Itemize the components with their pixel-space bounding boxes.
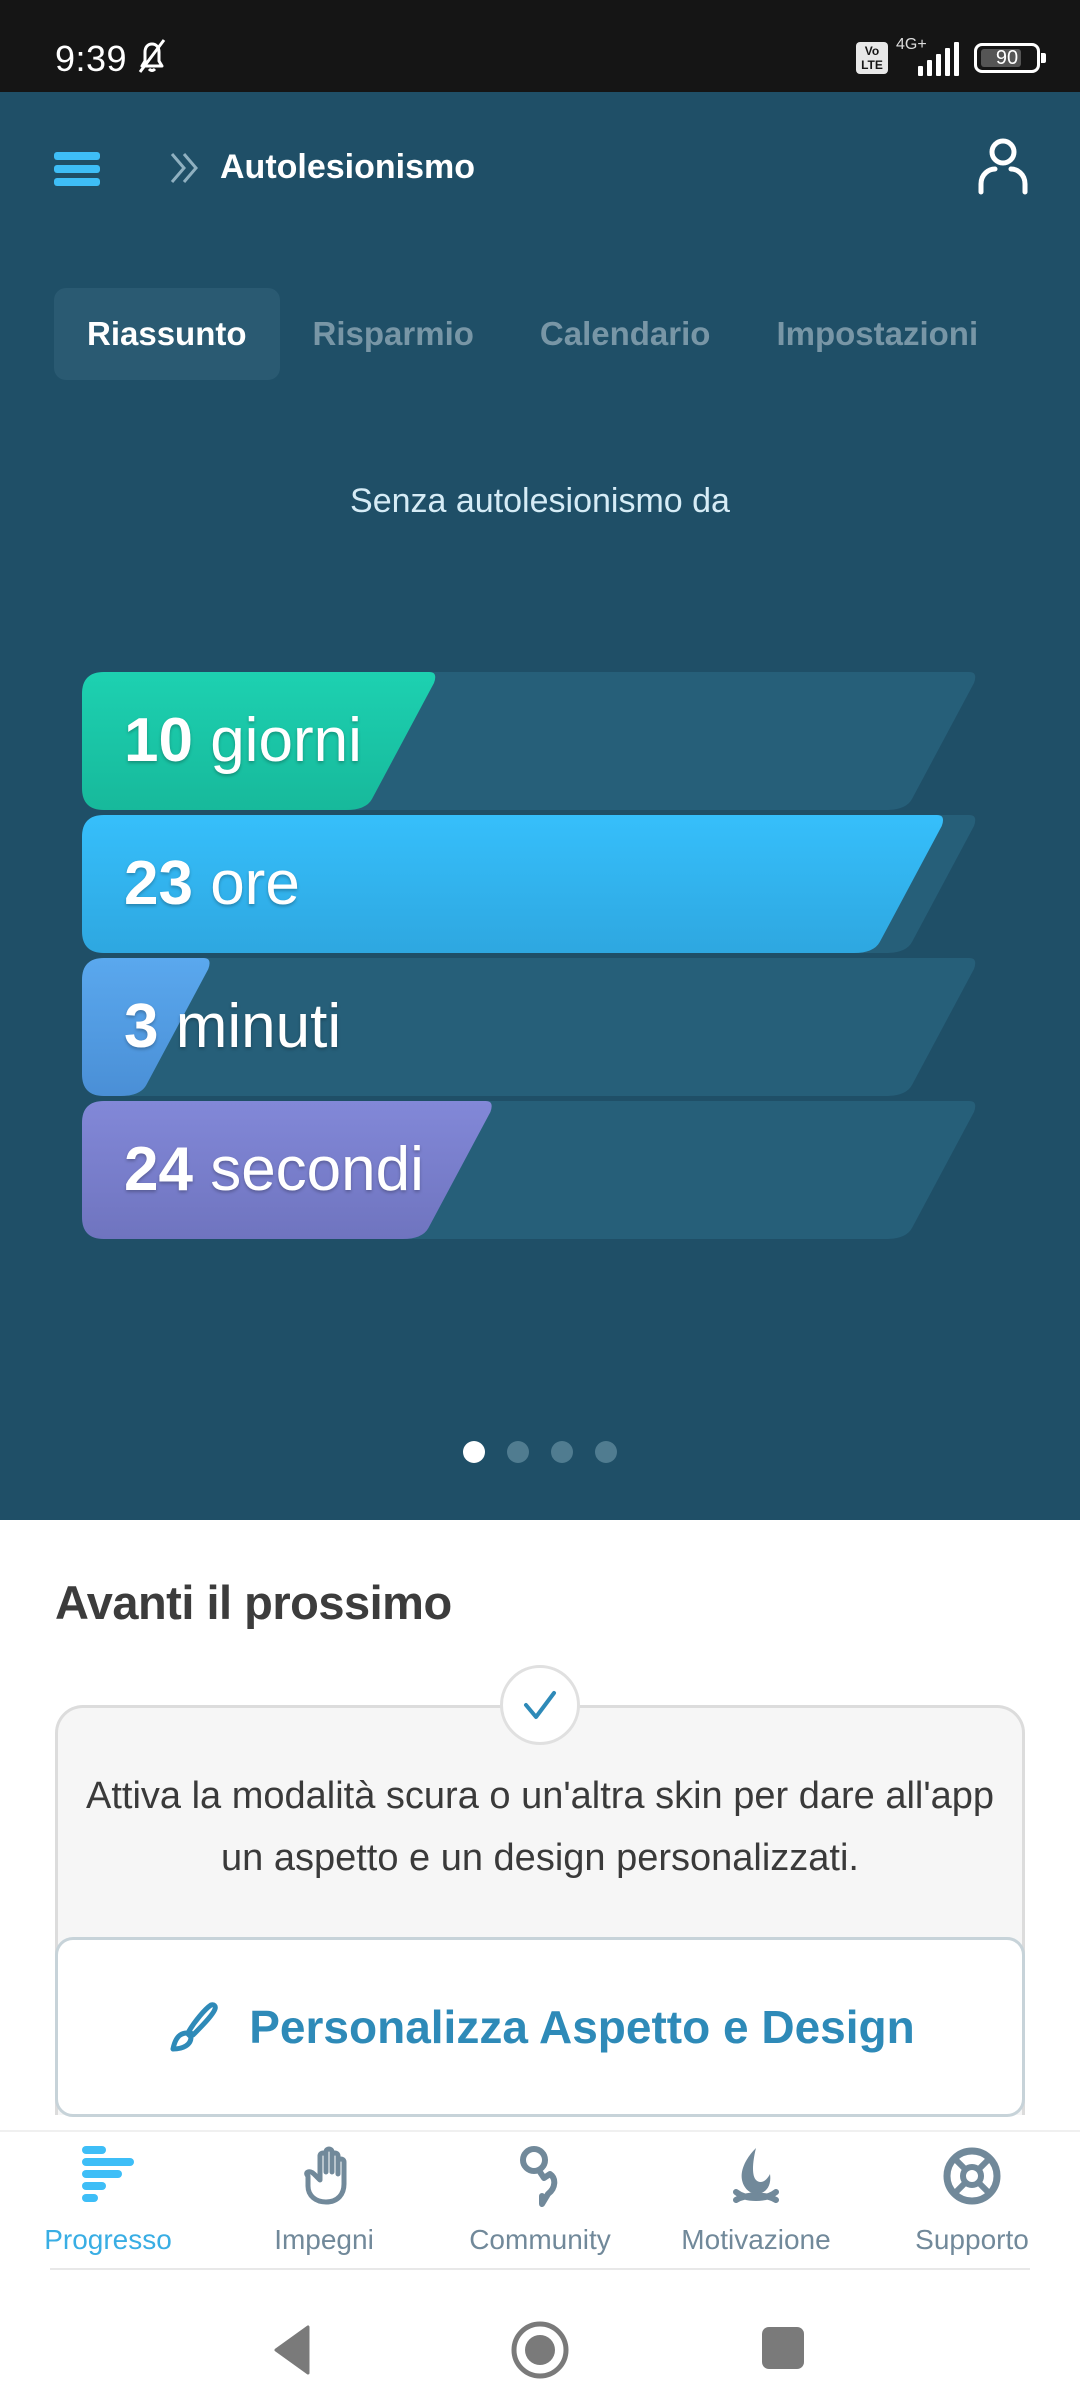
bottom-navigation: Progresso Impegni Community Motivazione … (0, 2130, 1080, 2270)
volte-icon: Vo LTE (856, 42, 888, 74)
user-profile-icon[interactable] (975, 136, 1031, 196)
nav-label: Progresso (44, 2224, 172, 2255)
counter-unit: secondi (210, 1135, 424, 1204)
page-dot[interactable] (595, 1441, 617, 1463)
page-title: Autolesionismo (220, 148, 476, 186)
page-indicator (0, 1441, 1080, 1463)
nav-label: Community (469, 2224, 611, 2255)
counter-value: 24 (124, 1135, 193, 1204)
tab-riassunto[interactable]: Riassunto (54, 288, 280, 380)
counter-days: 10 giorni (82, 672, 978, 810)
customize-appearance-button[interactable]: Personalizza Aspetto e Design (55, 1937, 1025, 2117)
counter-hours: 23 ore (82, 815, 978, 953)
page-dot[interactable] (507, 1441, 529, 1463)
status-bar: 9:39 Vo LTE 4G+ 90 (0, 0, 1080, 92)
battery-icon: 90 (974, 43, 1046, 73)
lifebuoy-icon (943, 2147, 1001, 2205)
divider (50, 2268, 1030, 2270)
raised-hand-icon (304, 2146, 347, 2205)
nav-impegni[interactable]: Impegni (216, 2132, 432, 2272)
counter-value: 10 (124, 706, 193, 775)
tab-bar: Riassunto Risparmio Calendario Impostazi… (54, 288, 1011, 380)
counter-value: 23 (124, 849, 193, 918)
paintbrush-icon (170, 2002, 218, 2052)
nav-motivazione[interactable]: Motivazione (648, 2132, 864, 2272)
checkmark-icon (500, 1665, 580, 1745)
status-indicators: Vo LTE 4G+ 90 (856, 36, 1046, 78)
status-time: 9:39 (55, 38, 128, 79)
signal-icon: 4G+ (896, 36, 960, 76)
nav-supporto[interactable]: Supporto (864, 2132, 1080, 2272)
counter-unit: giorni (210, 706, 362, 775)
nav-label: Impegni (274, 2224, 374, 2255)
tab-calendario[interactable]: Calendario (507, 288, 744, 380)
community-chat-icon (520, 2146, 558, 2207)
counter-minutes: 3 minuti (82, 958, 978, 1096)
tab-impostazioni[interactable]: Impostazioni (743, 288, 1011, 380)
page-dot[interactable] (551, 1441, 573, 1463)
page-dot[interactable] (463, 1441, 485, 1463)
system-navigation-bar (0, 2275, 1080, 2400)
progress-bars-icon (82, 2146, 134, 2202)
counter-seconds: 24 secondi (82, 1101, 978, 1239)
counter-value: 3 (124, 992, 159, 1061)
recent-apps-icon[interactable] (762, 2327, 804, 2369)
counter-unit: minuti (175, 992, 342, 1061)
tab-risparmio[interactable]: Risparmio (280, 288, 507, 380)
hamburger-menu-icon[interactable] (54, 152, 100, 186)
back-icon[interactable] (272, 2325, 312, 2375)
bell-muted-icon (138, 39, 166, 73)
app-header: Autolesionismo (0, 92, 1080, 252)
counter-unit: ore (210, 849, 300, 918)
nav-progresso[interactable]: Progresso (0, 2132, 216, 2272)
nav-community[interactable]: Community (432, 2132, 648, 2272)
tip-text: Attiva la modalità scura o un'altra skin… (86, 1775, 994, 1879)
campfire-icon (733, 2148, 779, 2203)
home-icon[interactable] (510, 2320, 570, 2380)
summary-panel: Autolesionismo Riassunto Risparmio Calen… (0, 92, 1080, 1520)
customize-button-label: Personalizza Aspetto e Design (249, 2001, 915, 2053)
nav-label: Supporto (915, 2224, 1029, 2255)
double-chevron-right-icon (170, 153, 198, 183)
since-label: Senza autolesionismo da (350, 482, 730, 520)
section-title: Avanti il prossimo (55, 1576, 452, 1629)
nav-label: Motivazione (681, 2224, 831, 2255)
battery-level: 90 (995, 47, 1019, 69)
